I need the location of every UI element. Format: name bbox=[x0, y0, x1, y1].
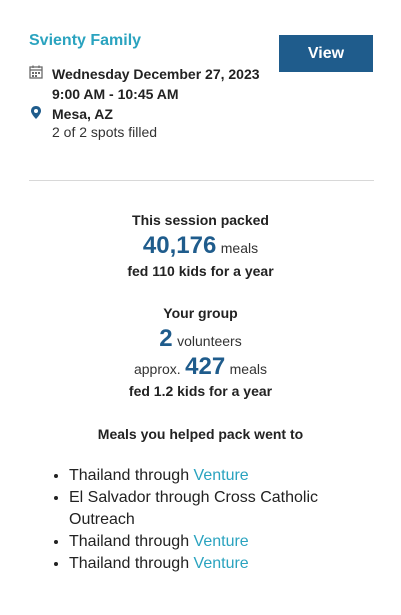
packed-meals: 40,176 meals bbox=[0, 232, 401, 260]
list-item: Thailand through Venture bbox=[69, 553, 339, 575]
session-title: Svienty Family bbox=[29, 32, 142, 49]
location-pin-icon bbox=[29, 105, 45, 121]
approx-prefix: approx. bbox=[133, 361, 181, 377]
destinations-heading: Meals you helped pack went to bbox=[97, 426, 304, 442]
group-volunteers-count: 2 bbox=[159, 325, 173, 352]
venture-link[interactable]: Venture bbox=[194, 533, 249, 550]
packed-heading: This session packed bbox=[132, 212, 269, 228]
session-location: Mesa, AZ bbox=[52, 106, 113, 122]
session-date: Wednesday December 27, 2023 bbox=[52, 66, 260, 82]
destinations-list: Thailand through Venture El Salvador thr… bbox=[49, 465, 339, 575]
location-row: Mesa, AZ bbox=[29, 104, 113, 124]
view-button[interactable]: View bbox=[279, 35, 373, 72]
list-item: El Salvador through Cross Catholic Outre… bbox=[69, 487, 339, 531]
group-meals: approx. 427 meals bbox=[0, 353, 401, 381]
date-row: Wednesday December 27, 2023 9:00 AM - 10… bbox=[29, 64, 260, 104]
packed-fed: fed 110 kids for a year bbox=[127, 263, 274, 279]
packed-meals-count: 40,176 bbox=[142, 232, 217, 259]
divider bbox=[29, 180, 374, 181]
group-meals-count: 427 bbox=[185, 353, 226, 380]
group-fed: fed 1.2 kids for a year bbox=[128, 383, 273, 399]
venture-link[interactable]: Venture bbox=[194, 555, 249, 572]
packed-meals-unit: meals bbox=[220, 240, 259, 256]
session-time: 9:00 AM - 10:45 AM bbox=[52, 86, 179, 102]
group-volunteers: 2 volunteers bbox=[0, 325, 401, 353]
group-volunteers-unit: volunteers bbox=[177, 333, 242, 349]
spots-filled: 2 of 2 spots filled bbox=[52, 124, 158, 140]
list-item: Thailand through Venture bbox=[69, 531, 339, 553]
list-item: Thailand through Venture bbox=[69, 465, 339, 487]
group-heading: Your group bbox=[163, 305, 238, 321]
group-meals-unit: meals bbox=[229, 361, 267, 377]
calendar-icon bbox=[29, 65, 45, 81]
venture-link[interactable]: Venture bbox=[194, 467, 249, 484]
